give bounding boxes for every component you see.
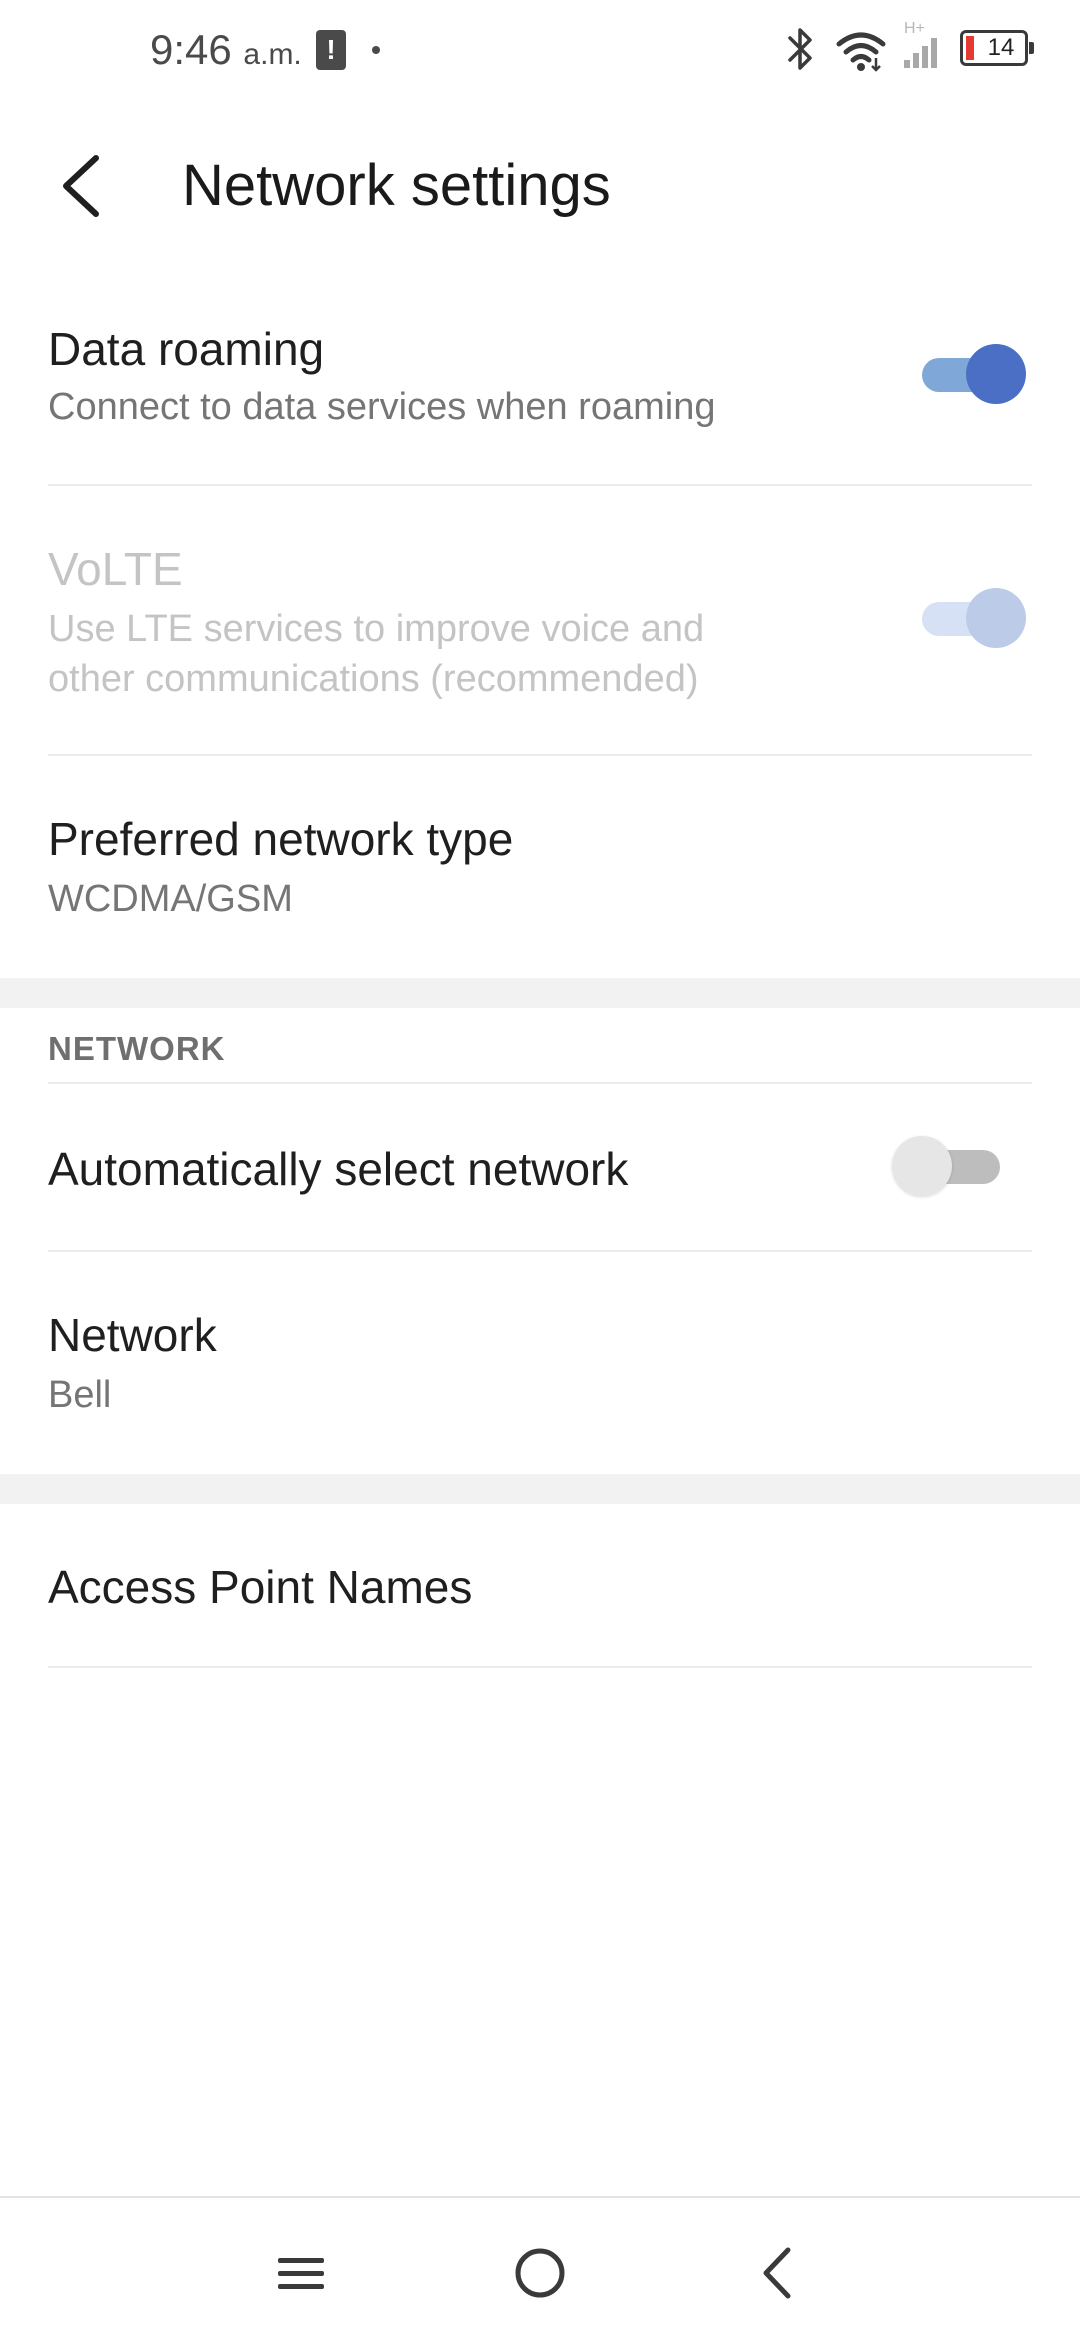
bluetooth-icon — [788, 28, 812, 70]
section-gap — [0, 978, 1080, 1008]
screen: 9:46 a.m. ! H+ 14 Network settings Data … — [0, 0, 1080, 2340]
access-point-names-row[interactable]: Access Point Names — [0, 1504, 1080, 1664]
access-point-names-title: Access Point Names — [48, 1561, 473, 1613]
data-roaming-subtitle: Connect to data services when roaming — [48, 386, 716, 428]
data-roaming-row[interactable]: Data roaming Connect to data services wh… — [0, 310, 1080, 486]
toggle-thumb — [966, 588, 1026, 648]
battery-level-text: 14 — [987, 34, 1015, 61]
volte-title: VoLTE — [48, 543, 183, 595]
divider — [48, 484, 1032, 486]
alert-icon: ! — [316, 30, 346, 70]
automatically-select-network-row[interactable]: Automatically select network — [0, 1084, 1080, 1250]
battery-level-bar — [966, 36, 974, 60]
divider — [48, 1666, 1032, 1668]
battery-icon: 14 — [960, 30, 1034, 66]
divider — [48, 754, 1032, 756]
toggle-thumb — [966, 344, 1026, 404]
network-row[interactable]: Network Bell — [0, 1294, 1080, 1454]
data-roaming-toggle[interactable] — [916, 344, 1026, 404]
section-gap — [0, 1474, 1080, 1504]
volte-toggle — [916, 588, 1026, 648]
home-circle-icon[interactable] — [505, 2238, 575, 2308]
network-value: Bell — [48, 1374, 112, 1416]
back-chevron-icon[interactable] — [744, 2238, 814, 2308]
preferred-network-type-row[interactable]: Preferred network type WCDMA/GSM — [0, 800, 1080, 960]
status-bar: 9:46 a.m. ! H+ 14 — [0, 0, 1080, 100]
wifi-icon — [836, 32, 886, 72]
page-title: Network settings — [182, 153, 611, 218]
back-arrow-icon[interactable] — [52, 150, 112, 222]
volte-subtitle-line1: Use LTE services to improve voice and — [48, 608, 705, 650]
system-nav-bar — [0, 2196, 1080, 2340]
menu-icon[interactable] — [266, 2238, 336, 2308]
status-time: 9:46 a.m. — [150, 26, 302, 74]
status-time-ampm: a.m. — [243, 38, 302, 71]
notification-dot-icon — [372, 46, 380, 54]
toggle-thumb — [892, 1136, 952, 1196]
app-bar: Network settings — [0, 120, 1080, 250]
divider — [48, 1250, 1032, 1252]
preferred-network-type-title: Preferred network type — [48, 813, 514, 865]
cell-signal-icon: H+ — [902, 20, 942, 70]
network-title: Network — [48, 1309, 217, 1361]
volte-subtitle-line2: other communications (recommended) — [48, 658, 699, 700]
data-roaming-title: Data roaming — [48, 323, 325, 375]
status-time-value: 9:46 — [150, 26, 232, 73]
volte-row: VoLTE Use LTE services to improve voice … — [0, 530, 1080, 756]
automatically-select-network-toggle[interactable] — [892, 1136, 1002, 1196]
automatically-select-network-title: Automatically select network — [48, 1143, 629, 1195]
preferred-network-type-value: WCDMA/GSM — [48, 878, 293, 920]
network-section-header: NETWORK — [48, 1030, 226, 1067]
